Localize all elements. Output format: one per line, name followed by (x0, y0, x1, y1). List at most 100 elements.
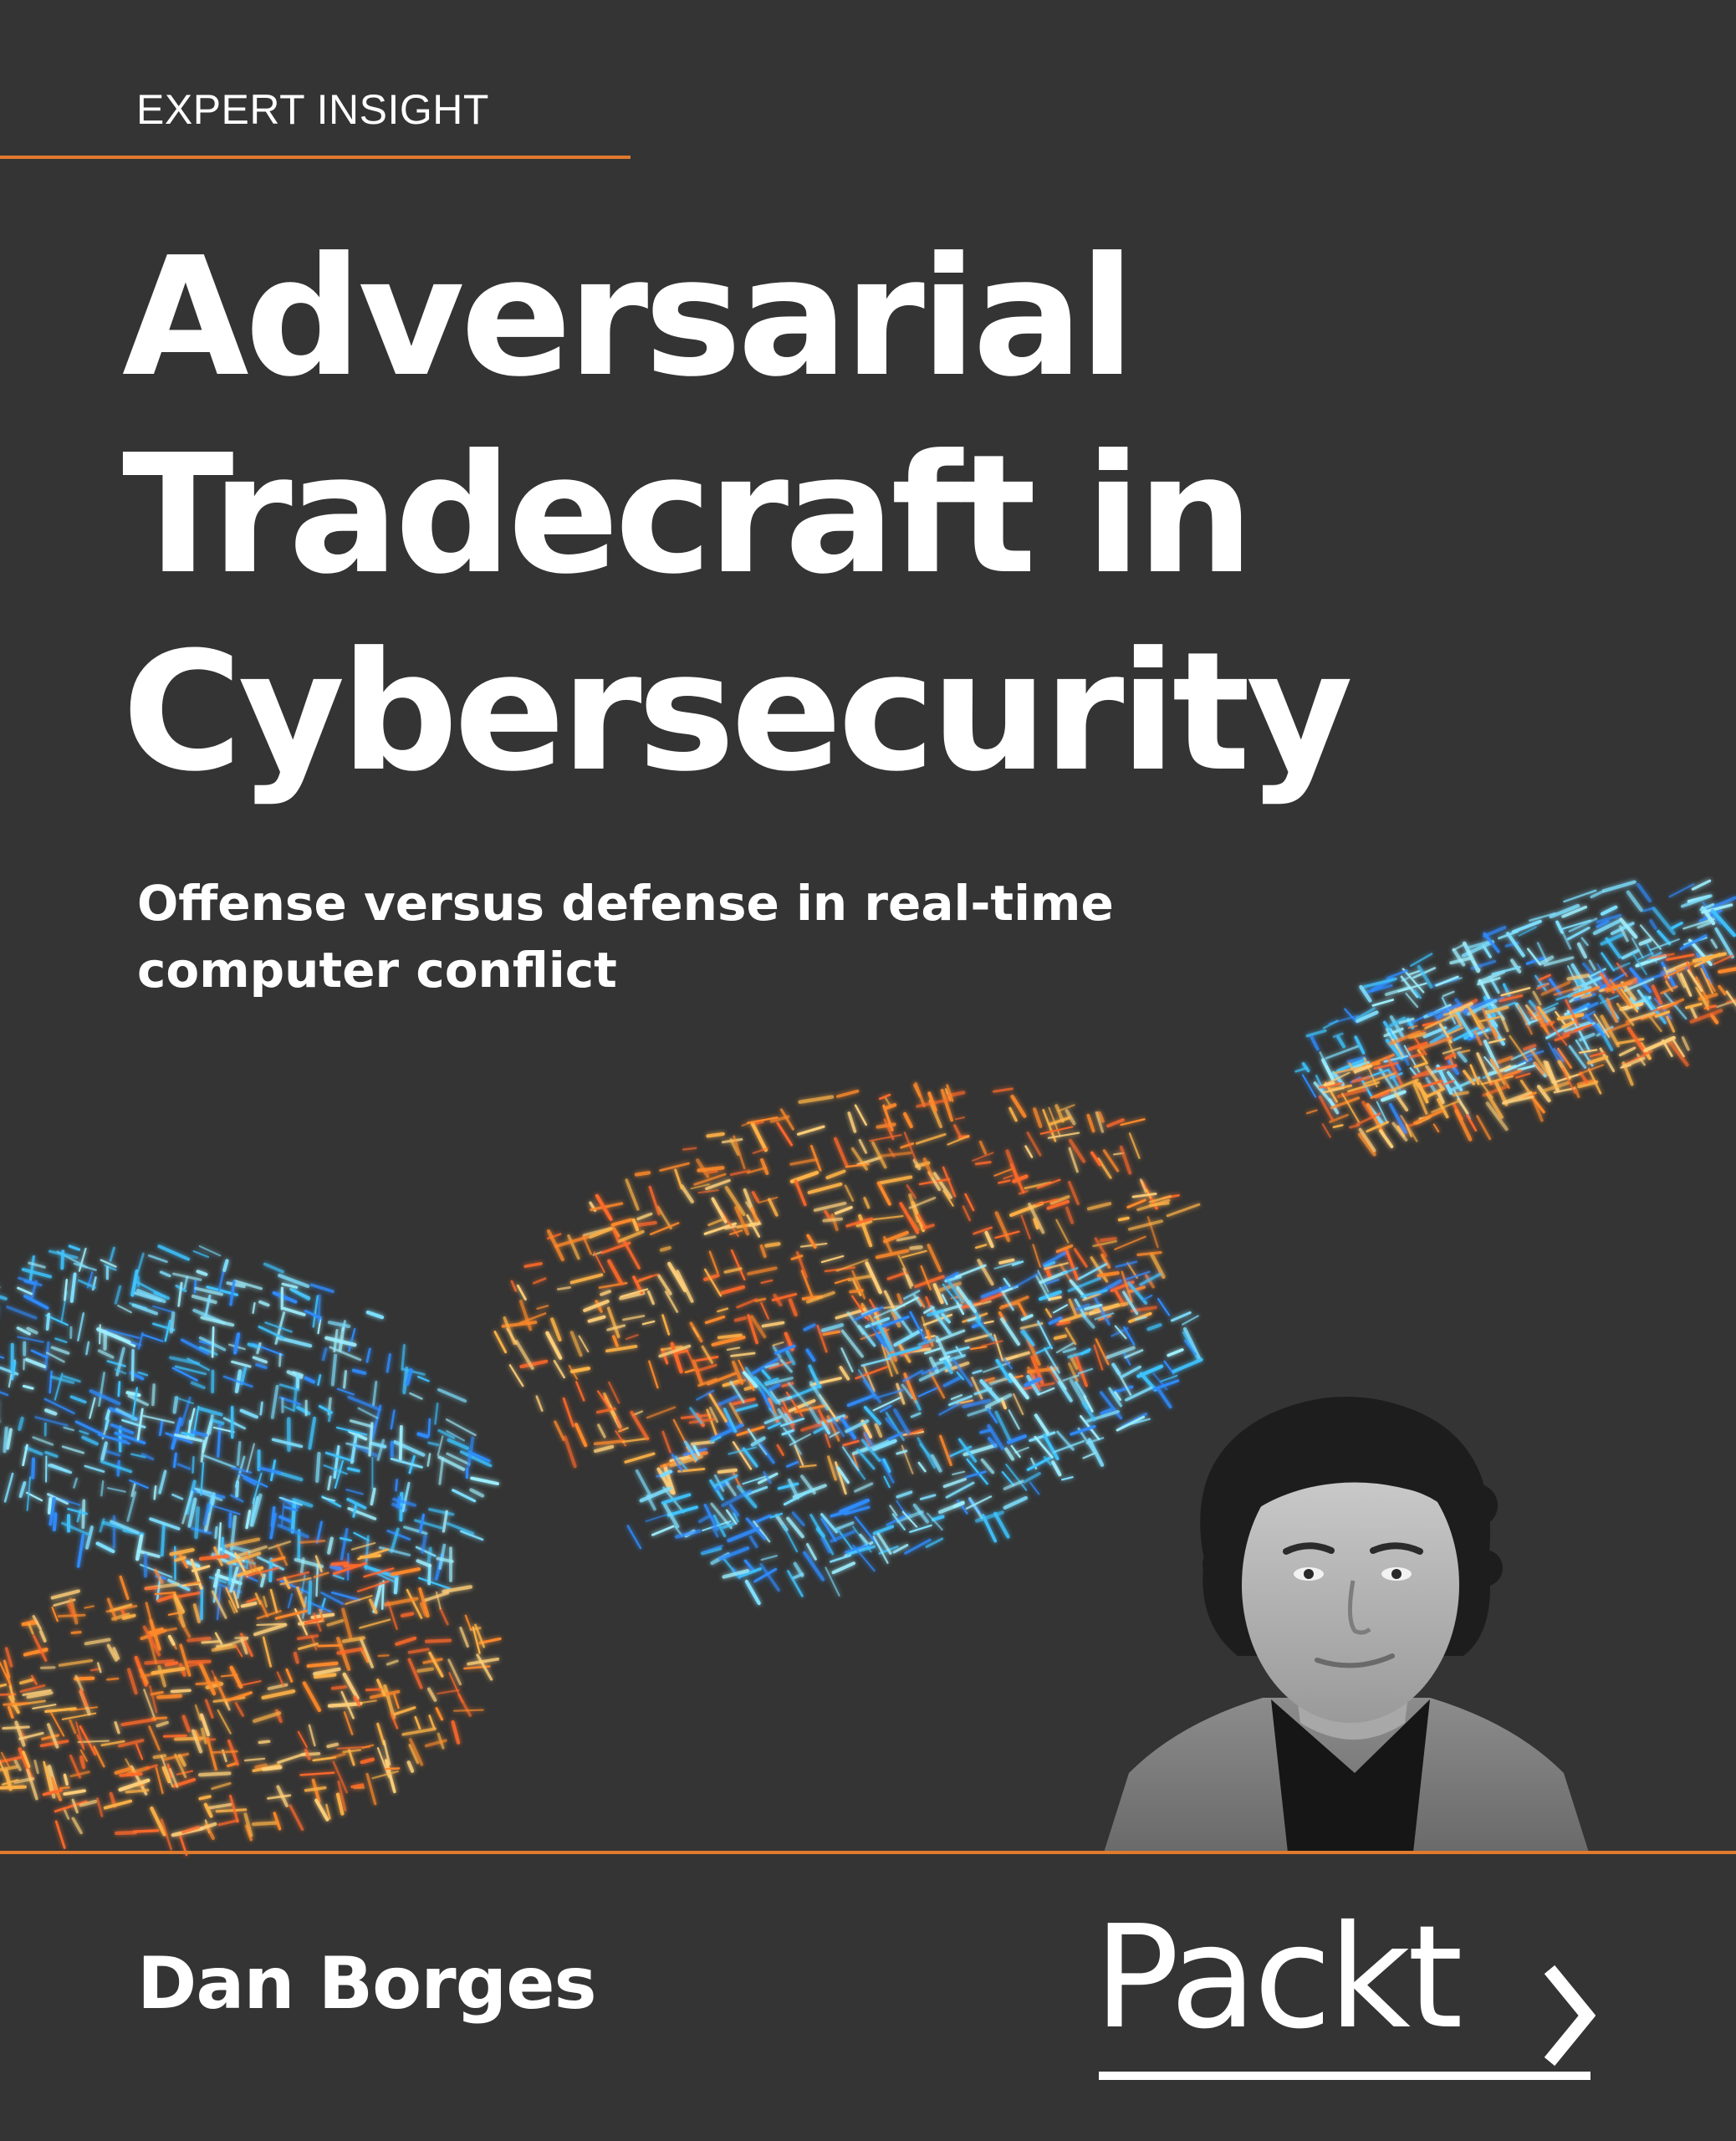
art-segment (119, 1575, 130, 1601)
art-segment (147, 1254, 168, 1264)
art-segment (1053, 1304, 1069, 1314)
art-segment (854, 1104, 867, 1127)
art-segment (1515, 1072, 1531, 1079)
art-segment (459, 1626, 469, 1648)
art-segment (1580, 937, 1589, 947)
art-segment (883, 1096, 892, 1107)
art-segment (247, 1342, 259, 1349)
art-segment (54, 1337, 68, 1344)
art-segment (1586, 1055, 1609, 1065)
art-segment (969, 1346, 988, 1351)
art-segment (261, 1689, 296, 1700)
art-segment (69, 1395, 87, 1404)
art-segment (993, 1511, 1010, 1539)
art-segment (401, 1481, 411, 1513)
art-segment (22, 1384, 34, 1390)
art-segment (308, 1724, 316, 1747)
art-segment (84, 1638, 111, 1646)
art-segment (1067, 1350, 1090, 1359)
art-segment (164, 1319, 171, 1342)
art-segment (981, 1340, 1003, 1347)
art-segment (202, 1454, 237, 1469)
art-segment (600, 1290, 611, 1296)
art-segment (707, 1170, 718, 1174)
art-segment (256, 1622, 286, 1627)
art-segment (73, 1262, 97, 1271)
art-segment (635, 1469, 652, 1498)
art-segment (1055, 1219, 1070, 1244)
art-segment (663, 1503, 680, 1529)
art-segment (395, 1636, 417, 1647)
art-segment (152, 1754, 167, 1760)
art-segment (207, 1414, 214, 1435)
art-segment (915, 1132, 947, 1145)
art-segment (246, 1443, 255, 1473)
art-segment (426, 1453, 431, 1467)
art-segment (197, 1406, 223, 1417)
art-segment (656, 1205, 672, 1229)
art-segment (309, 1283, 334, 1293)
art-segment (593, 1444, 615, 1454)
art-segment (1087, 1438, 1105, 1467)
art-segment (562, 1397, 574, 1428)
art-segment (841, 1446, 860, 1472)
art-segment (383, 1684, 396, 1720)
art-segment (252, 1356, 268, 1364)
art-segment (1003, 1174, 1014, 1180)
art-segment (787, 1382, 809, 1407)
art-segment (937, 1501, 965, 1515)
art-segment (437, 1689, 460, 1695)
art-segment (326, 1742, 340, 1749)
art-segment (1482, 944, 1492, 958)
art-segment (336, 1387, 355, 1396)
art-segment (824, 1210, 832, 1221)
art-segment (384, 1759, 396, 1794)
art-segment (1435, 975, 1459, 987)
art-segment (914, 1081, 926, 1107)
art-segment (1687, 969, 1703, 992)
art-segment (313, 1571, 329, 1578)
art-segment (470, 1476, 499, 1485)
art-segment (385, 1659, 399, 1666)
art-segment (728, 1446, 757, 1455)
art-segment (839, 1366, 850, 1381)
art-segment (624, 1452, 656, 1464)
art-segment (365, 1347, 371, 1363)
art-segment (1579, 1071, 1589, 1084)
art-segment (58, 1658, 94, 1667)
art-segment (438, 1457, 445, 1485)
art-segment (100, 1259, 117, 1268)
art-segment (610, 1218, 633, 1227)
art-segment (772, 1341, 784, 1346)
art-segment (962, 1205, 972, 1222)
art-segment (1671, 922, 1683, 930)
art-segment (49, 1370, 53, 1394)
art-segment (1142, 1295, 1153, 1301)
art-segment (1601, 880, 1636, 893)
art-segment (109, 1246, 115, 1262)
art-segment (293, 1651, 299, 1664)
art-segment (236, 1575, 243, 1599)
art-segment (980, 1458, 995, 1474)
art-segment (415, 1546, 437, 1557)
art-segment (296, 1634, 319, 1641)
art-segment (631, 1218, 640, 1232)
art-segment (340, 1527, 349, 1561)
art-segment (593, 1439, 625, 1446)
art-segment (1371, 999, 1395, 1007)
art-segment (103, 1799, 133, 1810)
art-segment (798, 1095, 835, 1104)
art-segment (621, 1437, 650, 1444)
art-segment (439, 1607, 449, 1626)
art-segment (846, 1394, 875, 1408)
art-segment (706, 1408, 717, 1436)
art-segment (183, 1275, 189, 1290)
art-segment (157, 1664, 166, 1688)
art-segment (132, 1829, 160, 1833)
art-segment (1589, 1051, 1606, 1058)
art-segment (401, 1344, 406, 1371)
art-segment (306, 1661, 339, 1668)
art-segment (822, 1217, 844, 1223)
art-segment (1167, 1348, 1184, 1357)
art-segment (437, 1387, 467, 1403)
